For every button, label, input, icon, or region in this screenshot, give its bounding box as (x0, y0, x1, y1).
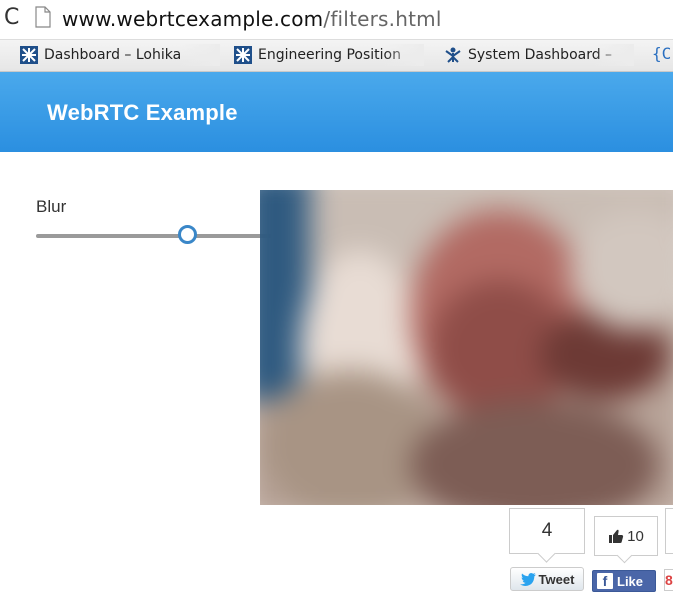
page-icon (35, 6, 51, 28)
bookmarks-bar: Dashboard – Lohika Engineering Position … (0, 40, 673, 72)
facebook-like-button[interactable]: f Like (592, 570, 656, 592)
bookmark-system-dashboard[interactable]: System Dashboard – (444, 44, 634, 66)
blurred-video (260, 190, 673, 505)
bookmark-label: System Dashboard – (468, 47, 613, 63)
reload-icon[interactable]: C (4, 5, 26, 31)
tweet-count-bubble: 4 (509, 508, 585, 554)
brand-title[interactable]: WebRTC Example (47, 100, 238, 126)
bookmark-overflow[interactable]: {C (652, 44, 671, 63)
atlassian-icon (445, 47, 461, 63)
tweet-button[interactable]: Tweet (510, 567, 584, 591)
thumbs-up-icon (609, 529, 624, 543)
twitter-bird-icon (519, 572, 536, 586)
jira-icon (234, 46, 252, 64)
bookmark-dashboard-lohika[interactable]: Dashboard – Lohika (20, 44, 220, 66)
bookmark-label: Engineering Position (258, 47, 401, 63)
blur-label: Blur (36, 197, 67, 216)
google-plus-button[interactable]: 8 (664, 569, 673, 591)
bookmark-label: Dashboard – Lohika (44, 47, 182, 63)
site-header: WebRTC Example (0, 72, 673, 152)
url-field[interactable]: www.webrtcexample.com/filters.html (62, 6, 442, 32)
jira-icon (20, 46, 38, 64)
facebook-icon: f (597, 573, 613, 589)
url-host: www.webrtcexample.com (62, 7, 324, 31)
browser-address-bar: C www.webrtcexample.com/filters.html (0, 0, 673, 40)
like-count-bubble: 10 (594, 516, 658, 556)
blur-slider-track[interactable] (36, 234, 280, 238)
url-path: /filters.html (323, 7, 442, 31)
blur-slider-thumb[interactable] (177, 225, 197, 244)
share-count-bubble (665, 508, 673, 554)
facebook-like-label: Like (617, 573, 644, 589)
like-count-value: 10 (627, 527, 644, 545)
google-plus-glyph: 8 (665, 572, 673, 588)
bookmark-engineering-position[interactable]: Engineering Position (234, 44, 424, 66)
tweet-label: Tweet (538, 571, 575, 587)
